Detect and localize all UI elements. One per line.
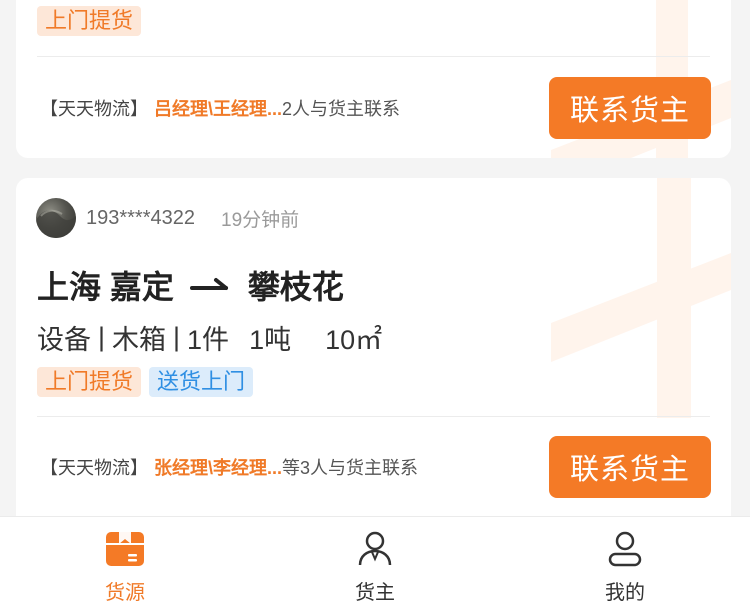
tag-delivery: 送货上门 (149, 367, 254, 397)
contact-shipper-button[interactable]: 联系货主 (549, 436, 711, 498)
poster-phone: 193****4322 (86, 206, 195, 229)
tab-cargo[interactable]: 货源 (50, 528, 200, 605)
shipper-person-icon (354, 528, 396, 570)
cargo-volume: 10㎡ (325, 325, 383, 355)
cargo-package: 木箱 (112, 325, 167, 355)
contact-row: 【天天物流】 吕经理\王经理...2人与货主联系 联系货主 (40, 77, 711, 139)
company-name: 【天天物流】 (40, 99, 148, 119)
cargo-count: 1件 (187, 325, 230, 355)
tag-pickup: 上门提货 (37, 367, 142, 397)
contact-row: 【天天物流】 张经理\李经理...等3人与货主联系 联系货主 (40, 436, 711, 498)
tab-label: 我的 (605, 581, 645, 604)
cargo-card-previous[interactable]: 上门提货 【天天物流】 吕经理\王经理...2人与货主联系 联系货主 (16, 0, 731, 158)
post-time: 19分钟前 (221, 209, 300, 231)
poster-info: 193****4322 19分钟前 (36, 198, 299, 238)
card-divider (37, 56, 710, 57)
card-divider (37, 416, 710, 417)
route-summary: 上海 嘉定 攀枝花 (37, 262, 344, 308)
tab-shipper[interactable]: 货主 (300, 528, 450, 605)
cargo-card[interactable]: 193****4322 19分钟前 上海 嘉定 攀枝花 设备 | 木箱 | 1件… (16, 178, 731, 538)
contact-count-text: 2人与货主联系 (282, 99, 401, 119)
route-origin: 上海 嘉定 (37, 269, 174, 305)
manager-names: 吕经理\王经理... (154, 99, 283, 119)
tab-label: 货主 (355, 581, 395, 604)
contact-shipper-button[interactable]: 联系货主 (549, 77, 711, 139)
contact-count-text: 等3人与货主联系 (282, 458, 419, 478)
manager-names: 张经理\李经理... (154, 458, 283, 478)
company-name: 【天天物流】 (40, 458, 148, 478)
contact-summary: 【天天物流】 吕经理\王经理...2人与货主联系 (40, 95, 400, 121)
cargo-details: 设备 | 木箱 | 1件 1吨 10㎡ (37, 318, 382, 357)
tab-label: 货源 (105, 581, 145, 604)
cargo-separator: | (173, 322, 181, 352)
cargo-separator: | (98, 322, 106, 352)
avatar[interactable] (36, 198, 76, 238)
contact-summary: 【天天物流】 张经理\李经理...等3人与货主联系 (40, 454, 418, 480)
tag-list: 上门提货 送货上门 (37, 367, 254, 397)
bottom-tabbar: 货源 货主 我的 (0, 516, 750, 615)
card-watermark (551, 178, 731, 418)
cargo-weight: 1吨 (249, 325, 292, 355)
tag-list: 上门提货 (37, 6, 142, 36)
tab-profile[interactable]: 我的 (550, 528, 700, 605)
cargo-category: 设备 (37, 325, 91, 355)
route-arrow-icon (189, 273, 232, 297)
profile-icon (604, 528, 646, 570)
route-destination: 攀枝花 (247, 269, 344, 305)
cargo-box-icon (104, 528, 146, 570)
tag-pickup: 上门提货 (37, 6, 142, 36)
